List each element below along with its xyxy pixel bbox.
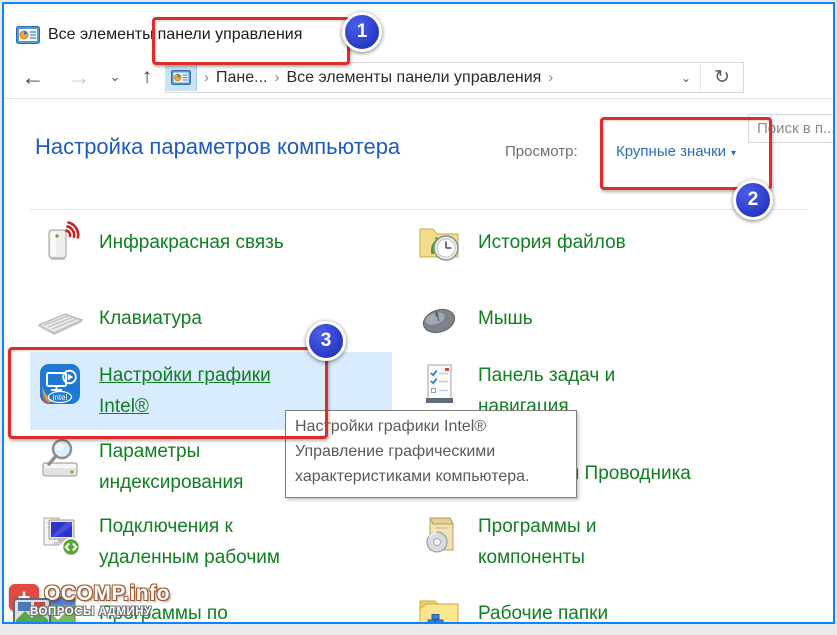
view-by-label: Просмотр:: [505, 143, 578, 160]
breadcrumb-control-panel-icon[interactable]: [166, 64, 197, 91]
recent-locations-icon[interactable]: ⌄: [102, 56, 128, 98]
annotation-box-3: [8, 347, 328, 439]
annotation-box-1: [152, 17, 350, 65]
cp-item-file-history[interactable]: История файлов: [415, 218, 626, 266]
item-label[interactable]: Инфракрасная связь: [99, 227, 284, 258]
file-history-icon: [415, 218, 463, 266]
programs-features-icon: [415, 511, 463, 559]
item-label[interactable]: Программы икомпоненты: [478, 511, 597, 573]
item-label[interactable]: Рабочие папки: [478, 598, 608, 625]
item-label[interactable]: Мышь: [478, 303, 533, 334]
watermark: + OCOMP.info ВОПРОСЫ АДМИНУ: [6, 582, 246, 624]
breadcrumb-separator: ›: [197, 69, 216, 86]
annotation-box-2: [600, 117, 772, 190]
breadcrumb-separator: ›: [267, 69, 286, 86]
mouse-icon: [415, 294, 463, 342]
tooltip: Настройки графики Intel® Управление граф…: [285, 410, 577, 498]
indexing-options-icon: [36, 436, 84, 484]
breadcrumb-root[interactable]: Пане...: [216, 69, 267, 87]
item-label[interactable]: Параметрыиндексирования: [99, 436, 243, 498]
taskbar-navigation-icon: [415, 360, 463, 408]
forward-icon[interactable]: →: [62, 56, 96, 98]
header-divider: [30, 209, 808, 210]
watermark-tagline: ВОПРОСЫ АДМИНУ: [30, 606, 152, 618]
annotation-step-3: 3: [306, 321, 346, 361]
keyboard-icon: [36, 294, 84, 342]
cp-item-remote-connections[interactable]: Подключения кудаленным рабочим: [36, 511, 280, 573]
annotation-step-2: 2: [733, 180, 773, 220]
breadcrumb-separator: ›: [541, 69, 560, 86]
back-icon[interactable]: ←: [16, 56, 50, 98]
page-title: Настройка параметров компьютера: [35, 134, 400, 160]
refresh-icon[interactable]: ↻: [700, 64, 743, 91]
work-folders-icon: [415, 589, 463, 624]
item-label[interactable]: Подключения кудаленным рабочим: [99, 511, 280, 573]
address-bar[interactable]: › Пане... › Все элементы панели управлен…: [165, 62, 744, 93]
cp-item-mouse[interactable]: Мышь: [415, 294, 533, 342]
cp-item-programs-features[interactable]: Программы икомпоненты: [415, 511, 597, 573]
cp-item-infrared[interactable]: Инфракрасная связь: [36, 218, 284, 266]
watermark-site-name: OCOMP.info: [44, 582, 170, 606]
infrared-icon: [36, 218, 84, 266]
annotation-step-1: 1: [342, 12, 382, 52]
breadcrumb-current[interactable]: Все элементы панели управления: [286, 69, 541, 87]
navigation-bar: ← → ⌄ ↑ › Пане... › Все элементы панели …: [4, 56, 833, 99]
cp-item-keyboard[interactable]: Клавиатура: [36, 294, 202, 342]
item-label[interactable]: История файлов: [478, 227, 626, 258]
control-panel-window: Все элементыпанели управления ← → ⌄ ↑ › …: [2, 2, 835, 624]
cp-item-indexing-options[interactable]: Параметрыиндексирования: [36, 436, 243, 498]
control-panel-icon: [16, 26, 40, 44]
item-label[interactable]: Клавиатура: [99, 303, 202, 334]
address-dropdown-icon[interactable]: ⌄: [672, 64, 700, 91]
cp-item-work-folders[interactable]: Рабочие папки: [415, 589, 608, 624]
remote-desktop-icon: [36, 511, 84, 559]
